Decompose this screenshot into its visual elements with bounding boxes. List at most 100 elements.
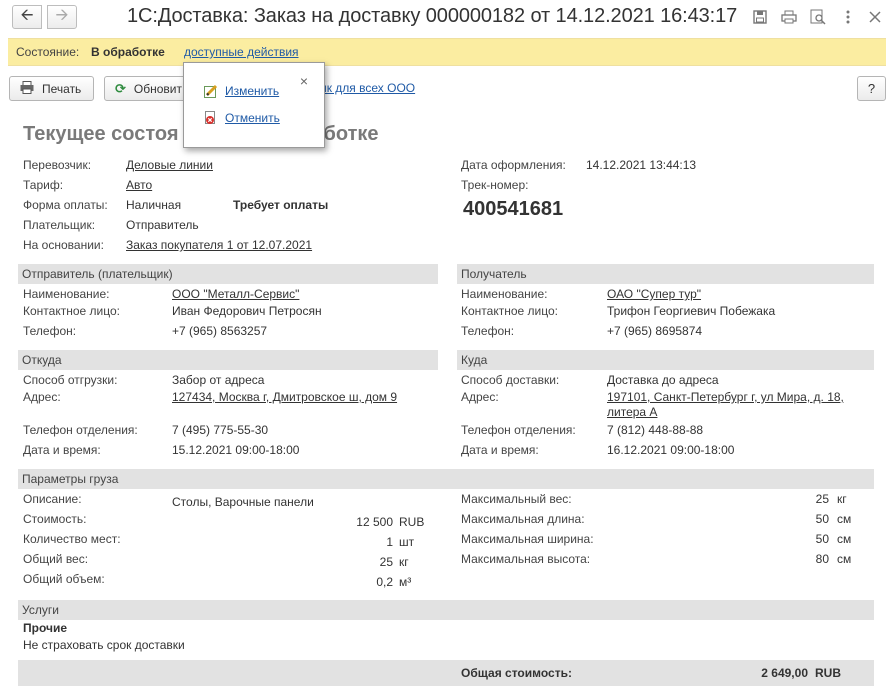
cargo-desc-label: Описание: — [23, 492, 82, 506]
track-label: Трек-номер: — [461, 178, 529, 192]
to-datetime: 16.12.2021 09:00-18:00 — [607, 443, 735, 457]
payer-label: Плательщик: — [23, 218, 96, 232]
print-button[interactable]: Печать — [9, 76, 94, 101]
total-unit: RUB — [815, 666, 841, 680]
printer-icon — [20, 80, 34, 97]
to-address-link-line1[interactable]: 197101, Санкт-Петербург г, ул Мира, д. 1… — [607, 390, 844, 404]
from-branch-phone-label: Телефон отделения: — [23, 423, 138, 437]
track-number: 400541681 — [463, 198, 564, 220]
popup-cancel-label: Отменить — [225, 111, 280, 125]
max-width-unit: см — [837, 532, 852, 546]
cancel-document-icon — [204, 111, 218, 125]
close-icon[interactable] — [866, 8, 884, 26]
refresh-button[interactable]: ⟳ Обновит — [104, 76, 194, 101]
from-datetime: 15.12.2021 09:00-18:00 — [172, 443, 300, 457]
max-width: 50 — [815, 532, 829, 546]
basis-link[interactable]: Заказ покупателя 1 от 12.07.2021 — [126, 238, 312, 252]
cargo-places-label: Количество мест: — [23, 532, 121, 546]
payment-required: Требует оплаты — [233, 198, 329, 212]
heading-left: Текущее состоя — [23, 123, 179, 145]
total-value: 2 649,00 — [761, 666, 808, 680]
recipient-name-label: Наименование: — [461, 287, 548, 301]
sender-phone-label: Телефон: — [23, 324, 77, 338]
date-value: 14.12.2021 13:44:13 — [586, 158, 697, 172]
max-height-unit: см — [837, 552, 852, 566]
cargo-cost: 12 500 — [356, 515, 393, 529]
preview-icon[interactable] — [809, 8, 827, 26]
services-group: Прочие — [23, 621, 68, 635]
cargo-places-unit: шт — [399, 535, 415, 549]
to-address-link-line2[interactable]: литера А — [607, 405, 657, 419]
date-label: Дата оформления: — [461, 158, 566, 172]
window-title: 1С:Доставка: Заказ на доставку 000000182… — [127, 5, 738, 27]
from-method: Забор от адреса — [172, 373, 265, 387]
available-actions-link[interactable]: доступные действия — [184, 45, 299, 59]
cargo-desc: Столы, Варочные панели — [172, 495, 314, 509]
recipient-phone: +7 (965) 8695874 — [607, 324, 703, 338]
forward-button[interactable]: 🡪 — [47, 5, 77, 29]
to-method: Доставка до адреса — [607, 373, 719, 387]
payment-value: Наличная — [126, 198, 182, 212]
recipient-header: Получатель — [457, 264, 874, 284]
max-width-label: Максимальная ширина: — [461, 532, 594, 546]
services-header: Услуги — [18, 600, 874, 620]
arrow-left-icon: 🡨 — [20, 6, 34, 24]
refresh-button-label: Обновит — [133, 81, 182, 96]
toolbar-link[interactable]: ик для всех ООО — [320, 81, 415, 95]
sender-contact: Иван Федорович Петросян — [172, 304, 322, 318]
print-button-label: Печать — [42, 81, 82, 96]
status-bar: Состояние: В обработке доступные действи… — [8, 38, 886, 66]
heading-right: ботке — [323, 123, 379, 145]
to-branch-phone: 7 (812) 448-88-88 — [607, 423, 704, 437]
sender-header: Отправитель (плательщик) — [18, 264, 438, 284]
arrow-right-icon: 🡪 — [55, 6, 69, 24]
popup-item-cancel[interactable]: Отменить — [204, 111, 280, 125]
total-bar: Общая стоимость: 2 649,00 RUB — [18, 660, 874, 686]
sender-name-link[interactable]: ООО "Металл-Сервис" — [172, 287, 299, 301]
max-weight-unit: кг — [837, 492, 847, 506]
payer-value: Отправитель — [126, 218, 199, 232]
from-address-link[interactable]: 127434, Москва г, Дмитровское ш, дом 9 — [172, 390, 397, 404]
more-icon[interactable] — [839, 8, 857, 26]
basis-label: На основании: — [23, 238, 104, 252]
to-address-label: Адрес: — [461, 390, 499, 404]
help-button[interactable]: ? — [857, 76, 886, 101]
services-item: Не страховать срок доставки — [23, 638, 185, 652]
sender-name-label: Наименование: — [23, 287, 110, 301]
cargo-cost-label: Стоимость: — [23, 512, 87, 526]
cargo-volume: 0,2 — [376, 575, 393, 589]
back-button[interactable]: 🡨 — [12, 5, 42, 29]
title-bar: 🡨 🡪 1С:Доставка: Заказ на доставку 00000… — [0, 0, 892, 36]
max-length-unit: см — [837, 512, 852, 526]
max-weight-label: Максимальный вес: — [461, 492, 572, 506]
print-icon[interactable] — [780, 8, 798, 26]
tariff-label: Тариф: — [23, 178, 64, 192]
save-icon[interactable] — [751, 8, 769, 26]
to-branch-phone-label: Телефон отделения: — [461, 423, 576, 437]
recipient-contact: Трифон Георгиевич Побежака — [607, 304, 776, 318]
popup-edit-label: Изменить — [225, 84, 280, 98]
recipient-phone-label: Телефон: — [461, 324, 515, 338]
recipient-name-link[interactable]: ОАО "Супер тур" — [607, 287, 701, 301]
refresh-icon: ⟳ — [115, 80, 126, 96]
carrier-label: Перевозчик: — [23, 158, 92, 172]
total-label: Общая стоимость: — [461, 666, 572, 680]
sender-phone: +7 (965) 8563257 — [172, 324, 268, 338]
max-length: 50 — [815, 512, 829, 526]
from-datetime-label: Дата и время: — [23, 443, 101, 457]
status-value: В обработке — [91, 45, 165, 59]
tariff-link[interactable]: Авто — [126, 178, 152, 192]
carrier-link[interactable]: Деловые линии — [126, 158, 213, 172]
cargo-volume-unit: м³ — [399, 575, 412, 589]
to-datetime-label: Дата и время: — [461, 443, 539, 457]
popup-close-icon[interactable]: × — [300, 73, 308, 89]
cargo-weight-unit: кг — [399, 555, 409, 569]
cargo-cost-unit: RUB — [399, 515, 425, 529]
cargo-volume-label: Общий объем: — [23, 572, 105, 586]
payment-label: Форма оплаты: — [23, 198, 108, 212]
max-height: 80 — [815, 552, 829, 566]
from-method-label: Способ отгрузки: — [23, 373, 118, 387]
sender-contact-label: Контактное лицо: — [23, 304, 120, 318]
cargo-places: 1 — [386, 535, 393, 549]
popup-item-edit[interactable]: Изменить — [204, 84, 279, 98]
